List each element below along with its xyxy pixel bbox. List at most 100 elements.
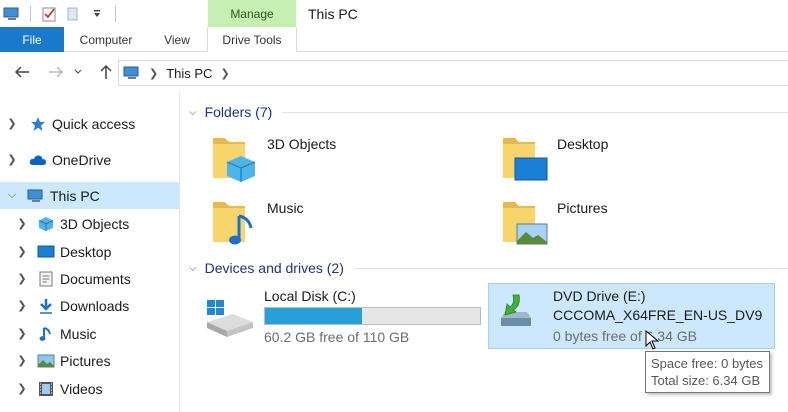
nav-item-label: Desktop xyxy=(60,243,112,260)
expand-chevron-icon[interactable]: ❯ xyxy=(6,153,18,166)
nav-item-3d-objects[interactable]: ❯ 3D Objects xyxy=(0,210,179,237)
drive-usage-fill xyxy=(265,308,363,324)
nav-item-label: Downloads xyxy=(60,297,130,314)
toolbar-separator xyxy=(115,5,116,22)
computer-icon[interactable] xyxy=(0,3,24,25)
folder-music-icon xyxy=(211,196,259,248)
nav-item-desktop[interactable]: ❯ Desktop xyxy=(0,238,179,265)
nav-item-label: 3D Objects xyxy=(60,215,130,232)
nav-item-label: This PC xyxy=(50,187,100,204)
expand-chevron-icon[interactable]: ❯ xyxy=(16,354,28,367)
folder-tile-pictures[interactable]: Pictures xyxy=(501,196,761,252)
folder-label: Music xyxy=(267,200,304,216)
properties-icon[interactable] xyxy=(37,3,61,25)
folder-desktop-icon xyxy=(501,132,549,184)
expand-chevron-icon[interactable]: ❯ xyxy=(16,327,28,340)
nav-item-quick-access[interactable]: ❯ Quick access xyxy=(0,110,179,137)
tooltip-space-free: Space free: 0 bytes xyxy=(651,356,764,371)
window-title: This PC xyxy=(308,5,358,22)
tab-computer[interactable]: Computer xyxy=(64,27,148,52)
nav-item-documents[interactable]: ❯ Documents xyxy=(0,265,179,292)
nav-item-videos[interactable]: ❯ Videos xyxy=(0,375,179,402)
expand-chevron-icon[interactable]: ❯ xyxy=(6,117,18,130)
hard-drive-icon xyxy=(203,294,255,343)
drive-free-space: 60.2 GB free of 110 GB xyxy=(264,329,410,345)
tab-view[interactable]: View xyxy=(148,27,206,52)
tab-drive-tools[interactable]: Drive Tools xyxy=(207,27,297,53)
title-bar: Manage This PC xyxy=(0,0,788,27)
forward-button[interactable] xyxy=(44,61,68,83)
cloud-icon xyxy=(28,151,48,169)
nav-item-label: OneDrive xyxy=(52,151,112,168)
toolbar-separator xyxy=(30,5,31,22)
chevron-down-icon[interactable]: ⌵ xyxy=(189,263,197,274)
folder-tile-3d-objects[interactable]: 3D Objects xyxy=(211,132,471,188)
drive-name: Local Disk (C:) xyxy=(264,288,356,304)
folder-label: Pictures xyxy=(557,200,608,216)
drive-volume-label: CCCOMA_X64FRE_EN-US_DV9 xyxy=(553,307,763,323)
tooltip-total-size: Total size: 6.34 GB xyxy=(651,373,761,388)
navigation-pane: ❯ Quick access ❯ OneDrive ⌵ This PC ❯ 3D… xyxy=(0,92,180,412)
drive-tile-local-disk-c[interactable]: Local Disk (C:) 60.2 GB free of 110 GB xyxy=(203,284,485,350)
expand-chevron-icon[interactable]: ❯ xyxy=(16,382,28,395)
customize-toolbar-icon[interactable] xyxy=(85,3,109,25)
computer-icon xyxy=(26,187,46,205)
group-divider xyxy=(282,111,788,113)
expand-chevron-icon[interactable]: ❯ xyxy=(16,217,28,230)
tab-manage[interactable]: Manage xyxy=(208,0,296,27)
expand-chevron-icon[interactable]: ❯ xyxy=(16,299,28,312)
group-header-folders[interactable]: ⌵ Folders (7) xyxy=(189,101,788,123)
drive-name: DVD Drive (E:) xyxy=(553,288,646,304)
chevron-down-icon[interactable]: ⌵ xyxy=(189,107,197,118)
star-icon xyxy=(28,115,48,133)
chevron-down-icon xyxy=(74,69,82,74)
expand-chevron-icon[interactable]: ❯ xyxy=(16,272,28,285)
desktop-icon xyxy=(36,243,56,261)
group-header-devices-and-drives[interactable]: ⌵ Devices and drives (2) xyxy=(189,257,788,279)
folder-label: 3D Objects xyxy=(267,136,337,152)
drive-tile-dvd-e[interactable]: DVD Drive (E:) CCCOMA_X64FRE_EN-US_DV9 0… xyxy=(488,283,775,349)
nav-item-onedrive[interactable]: ❯ OneDrive xyxy=(0,146,179,173)
folder-label: Desktop xyxy=(557,136,609,152)
back-arrow-icon xyxy=(14,66,29,78)
group-header-label: Devices and drives (2) xyxy=(204,260,344,276)
folder-tile-desktop[interactable]: Desktop xyxy=(501,132,761,188)
quick-access-toolbar xyxy=(0,0,122,27)
nav-item-label: Documents xyxy=(60,270,131,287)
breadcrumb-this-pc[interactable]: This PC xyxy=(166,66,212,81)
forward-arrow-icon xyxy=(49,66,64,78)
computer-icon xyxy=(123,65,141,81)
address-bar[interactable]: ❯ This PC ❯ xyxy=(118,60,788,86)
drive-tooltip: Space free: 0 bytes Total size: 6.34 GB xyxy=(645,351,770,393)
group-header-label: Folders (7) xyxy=(204,104,273,120)
back-button[interactable] xyxy=(10,61,34,83)
collapse-chevron-icon[interactable]: ⌵ xyxy=(6,189,18,202)
nav-item-music[interactable]: ❯ Music xyxy=(0,320,179,347)
ribbon-tab-bar: File Computer View Drive Tools xyxy=(0,27,788,53)
film-icon xyxy=(36,380,56,398)
group-divider xyxy=(353,267,788,269)
up-button[interactable] xyxy=(94,61,118,83)
folder-3d-objects-icon xyxy=(211,132,259,184)
tab-file[interactable]: File xyxy=(0,27,64,52)
drive-free-space: 0 bytes free of 6.34 GB xyxy=(553,328,697,344)
new-folder-icon[interactable] xyxy=(61,3,85,25)
cube-icon xyxy=(36,215,56,233)
download-icon xyxy=(36,297,56,315)
folder-tile-music[interactable]: Music xyxy=(211,196,471,252)
breadcrumb-chevron-icon[interactable]: ❯ xyxy=(220,67,229,80)
nav-item-downloads[interactable]: ❯ Downloads xyxy=(0,292,179,319)
expand-chevron-icon[interactable]: ❯ xyxy=(16,245,28,258)
up-arrow-icon xyxy=(100,64,112,79)
nav-item-label: Music xyxy=(60,325,97,342)
drive-usage-bar xyxy=(264,307,481,325)
nav-item-label: Videos xyxy=(60,380,103,397)
navigation-bar: ❯ This PC ❯ xyxy=(0,52,788,92)
recent-locations-button[interactable] xyxy=(70,61,86,83)
breadcrumb-chevron-icon[interactable]: ❯ xyxy=(149,67,158,80)
nav-item-pictures[interactable]: ❯ Pictures xyxy=(0,347,179,374)
nav-item-this-pc[interactable]: ⌵ This PC xyxy=(0,182,179,209)
music-note-icon xyxy=(36,325,56,343)
document-icon xyxy=(36,270,56,288)
pictures-icon xyxy=(36,352,56,370)
